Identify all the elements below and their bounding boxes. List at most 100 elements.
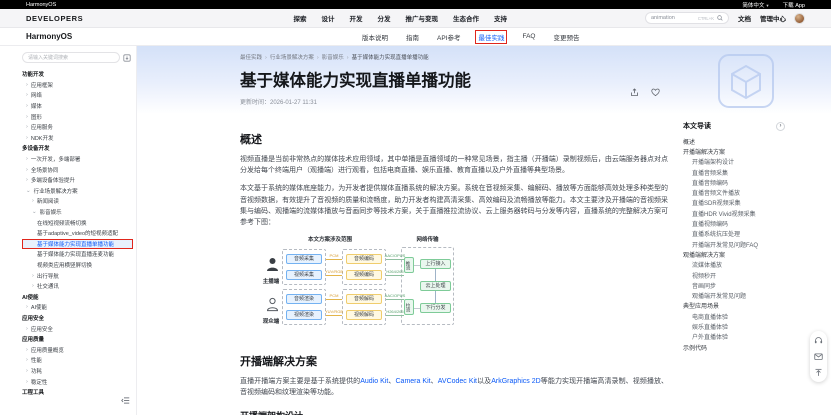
toc-item[interactable]: 直播音频编码 bbox=[683, 177, 785, 187]
text-segment: Audio Kit bbox=[360, 378, 388, 385]
sidebar-item[interactable]: 应用质量 bbox=[22, 334, 133, 345]
main-nav-item[interactable]: 推广与变现 bbox=[406, 13, 439, 23]
header-link[interactable]: 管理中心 bbox=[760, 13, 786, 23]
overview-paragraph-1: 视频直播是当前非常热点的媒体技术应用领域，其中单播是直播领域的一种常见场景，指主… bbox=[240, 154, 668, 176]
breadcrumb-item[interactable]: 行业场景解决方案 bbox=[270, 53, 322, 61]
download-doc-icon[interactable] bbox=[123, 54, 131, 62]
main-nav-item[interactable]: 开发 bbox=[350, 13, 363, 23]
sidebar-item[interactable]: 应用安全 bbox=[22, 313, 133, 324]
sidebar-item[interactable]: 多端设备体验提升 bbox=[22, 175, 133, 186]
sidebar-item[interactable]: 在线短视频流畅切换 bbox=[22, 217, 133, 228]
main-nav-item[interactable]: 设计 bbox=[322, 13, 335, 23]
doc-tab[interactable]: 最佳实践 bbox=[476, 31, 506, 43]
breadcrumb-item[interactable]: 基于媒体能力实现直播单播功能 bbox=[352, 53, 429, 61]
sidebar-search-input[interactable]: 请输入关键词搜索 bbox=[22, 52, 120, 63]
pcm-label-top: PCM bbox=[324, 253, 344, 258]
avatar[interactable] bbox=[794, 13, 805, 24]
main-nav-item[interactable]: 分发 bbox=[378, 13, 391, 23]
harmonyos-logo[interactable]: HarmonyOS bbox=[26, 32, 72, 41]
main-nav: 探索 设计 开发 分发 推广与变现 生态合作 支持 bbox=[294, 13, 508, 23]
sidebar-item[interactable]: 视频类应用横竖屏切换 bbox=[22, 260, 133, 271]
sidebar-item[interactable]: 稳定性 bbox=[22, 376, 133, 387]
main-nav-item[interactable]: 支持 bbox=[494, 13, 507, 23]
video-capture-box: 视频采集 bbox=[286, 270, 322, 280]
share-icon[interactable] bbox=[630, 88, 639, 97]
sidebar-item[interactable]: 功耗 bbox=[22, 366, 133, 377]
developers-logo[interactable]: DEVELOPERS bbox=[26, 14, 83, 23]
feedback-mail-icon[interactable] bbox=[814, 352, 823, 361]
toc-item[interactable]: 娱乐直播体验 bbox=[683, 321, 785, 331]
sidebar-item[interactable]: 基于adaptive_video的短视频适配 bbox=[22, 228, 133, 239]
back-to-top-icon[interactable] bbox=[814, 368, 823, 377]
doc-tab[interactable]: API参考 bbox=[435, 31, 462, 43]
video-render-box: 视频渲染 bbox=[286, 310, 322, 320]
site-header: DEVELOPERS 探索 设计 开发 分发 推广与变现 生态合作 支持 animation… bbox=[0, 9, 831, 28]
toc-item[interactable]: 电商直播体验 bbox=[683, 311, 785, 321]
favorite-heart-icon[interactable] bbox=[651, 88, 660, 97]
sidebar-item[interactable]: 出行导航 bbox=[22, 270, 133, 281]
sidebar-item[interactable]: 媒体 bbox=[22, 101, 133, 112]
toc-panel: 本文导读 › 概述开播端解决方案开播端架构设计直播音频采集直播音频编码直播音频文… bbox=[683, 121, 785, 352]
sidebar-collapse-button[interactable] bbox=[121, 392, 130, 410]
sidebar-item[interactable]: 网络 bbox=[22, 90, 133, 101]
sidebar-item[interactable]: 一次开发，多端部署 bbox=[22, 154, 133, 165]
toc-item[interactable]: 直播视频编码 bbox=[683, 218, 785, 228]
text-segment: ArkGraphics 2D bbox=[491, 378, 540, 385]
toc-item[interactable]: 开播端架构设计 bbox=[683, 157, 785, 167]
toc-item[interactable]: 典型应用场景 bbox=[683, 301, 785, 311]
breadcrumb-item[interactable]: 最佳实践 bbox=[240, 53, 270, 61]
toc-item[interactable]: 开播端解决方案 bbox=[683, 146, 785, 156]
toc-item[interactable]: 概述 bbox=[683, 136, 785, 146]
toc-item[interactable]: 开播端开发常见问题FAQ bbox=[683, 239, 785, 249]
sidebar-item[interactable]: 基于媒体能力实现直播单播功能 bbox=[22, 239, 133, 250]
sidebar-item[interactable]: 应用质量概览 bbox=[22, 344, 133, 355]
sidebar-item[interactable]: 影音娱乐 bbox=[22, 207, 133, 218]
toc-item[interactable]: 直播系统抗压处理 bbox=[683, 229, 785, 239]
doc-nav-bar: HarmonyOS 版本说明 指南 API参考 最佳实践 FAQ 变更预告 bbox=[0, 28, 831, 46]
toc-item[interactable]: 直播音频采集 bbox=[683, 167, 785, 177]
toc-item[interactable]: 视频秒开 bbox=[683, 270, 785, 280]
top-utility-bar: HarmonyOS 简体中文▾ 下载 App bbox=[0, 0, 831, 9]
toc-collapse-button[interactable]: › bbox=[776, 122, 785, 131]
doc-tab[interactable]: FAQ bbox=[520, 32, 537, 41]
toc-item[interactable]: 户外直播体验 bbox=[683, 332, 785, 342]
toc-item[interactable]: 观播端开发常见问题 bbox=[683, 290, 785, 300]
sidebar-item[interactable]: 新闻阅读 bbox=[22, 196, 133, 207]
sidebar-item[interactable]: NDK开发 bbox=[22, 133, 133, 144]
toc-item[interactable]: 流媒体播放 bbox=[683, 260, 785, 270]
topbar-brand[interactable]: HarmonyOS bbox=[26, 2, 56, 8]
toc-item[interactable]: 音画同步 bbox=[683, 280, 785, 290]
language-selector[interactable]: 简体中文▾ bbox=[742, 1, 768, 9]
sidebar-item[interactable]: 基于媒体能力实现直播连麦功能 bbox=[22, 249, 133, 260]
sidebar-item[interactable]: 图形 bbox=[22, 111, 133, 122]
toc-item[interactable]: 直播音频文件播放 bbox=[683, 187, 785, 197]
doc-tab[interactable]: 版本说明 bbox=[360, 31, 390, 43]
main-nav-item[interactable]: 生态合作 bbox=[453, 13, 479, 23]
doc-tab[interactable]: 变更预告 bbox=[552, 31, 582, 43]
toc-item[interactable]: 直播HDR Vivid视频采集 bbox=[683, 208, 785, 218]
sidebar-item[interactable]: 行业场景解决方案 bbox=[22, 186, 133, 197]
sidebar-item[interactable]: 应用服务 bbox=[22, 122, 133, 133]
sidebar-item[interactable]: 多设备开发 bbox=[22, 143, 133, 154]
sidebar-item[interactable]: AI使能 bbox=[22, 291, 133, 302]
sidebar-item[interactable]: 应用安全 bbox=[22, 323, 133, 334]
sidebar-item[interactable]: 工程工具 bbox=[22, 387, 133, 398]
support-headset-icon[interactable] bbox=[814, 336, 823, 345]
doc-tab[interactable]: 指南 bbox=[404, 31, 421, 43]
sidebar-item[interactable]: 社交通讯 bbox=[22, 281, 133, 292]
yuv-label-bottom: YUV/RGB bbox=[322, 309, 346, 314]
sidebar-item[interactable]: 应用框架 bbox=[22, 80, 133, 91]
breadcrumb-item[interactable]: 影音娱乐 bbox=[322, 53, 352, 61]
sidebar-item[interactable]: 功能开发 bbox=[22, 69, 133, 80]
toc-item[interactable]: 直播SDR视频采集 bbox=[683, 198, 785, 208]
main-nav-item[interactable]: 探索 bbox=[294, 13, 307, 23]
download-app-link[interactable]: 下载 App bbox=[783, 1, 805, 9]
toc-item[interactable]: 观播端解决方案 bbox=[683, 249, 785, 259]
search-shortcut-hint: CTRL+K bbox=[698, 16, 714, 21]
sidebar-item[interactable]: 性能 bbox=[22, 355, 133, 366]
sidebar-item[interactable]: 全场景协同 bbox=[22, 164, 133, 175]
header-link[interactable]: 文档 bbox=[738, 13, 751, 23]
toc-item[interactable]: 示例代码 bbox=[683, 342, 785, 352]
global-search-input[interactable]: animation CTRL+K bbox=[645, 12, 729, 24]
sidebar-item[interactable]: AI使能 bbox=[22, 302, 133, 313]
